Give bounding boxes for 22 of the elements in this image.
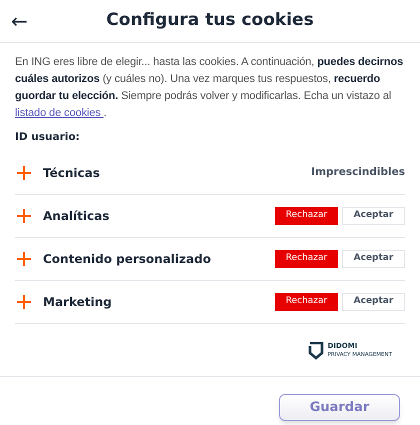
category-name: Marketing xyxy=(43,294,113,311)
back-arrow-icon[interactable]: ← xyxy=(11,6,28,36)
category-name: Contenido personalizado xyxy=(43,250,212,268)
reject-button[interactable]: Rechazar xyxy=(275,292,338,311)
expand-plus-icon[interactable] xyxy=(17,208,31,223)
expand-plus-icon[interactable] xyxy=(17,294,31,309)
cookie-list-link[interactable]: listado de cookies xyxy=(15,107,104,119)
accept-button[interactable]: Aceptar xyxy=(342,292,405,311)
category-name: Técnicas xyxy=(43,164,101,182)
accept-button[interactable]: Aceptar xyxy=(342,250,405,268)
accept-button[interactable]: Aceptar xyxy=(342,206,405,225)
reject-button[interactable]: Rechazar xyxy=(275,250,338,268)
category-name: Analíticas xyxy=(43,208,110,225)
expand-plus-icon[interactable] xyxy=(17,166,31,180)
user-id-label: ID usuario: xyxy=(15,130,81,145)
reject-button[interactable]: Rechazar xyxy=(275,206,338,225)
required-status: Imprescindibles xyxy=(311,164,405,180)
save-button[interactable]: Guardar xyxy=(279,394,400,421)
intro-paragraph: En ING eres libre de elegir... hasta las cookies. A continuación, puedes decirnos cuáles autorizos (y cuáles no). Una vez marques tus respuestos, recuerdo guordar tu elección. Siempre podrás volver y modificarlas. Echa un vistazo al listado de cookies . xyxy=(15,55,404,121)
expand-plus-icon[interactable] xyxy=(17,252,31,266)
shield-logo-icon xyxy=(308,342,324,360)
page-title: Configura tus cookies xyxy=(106,9,314,32)
